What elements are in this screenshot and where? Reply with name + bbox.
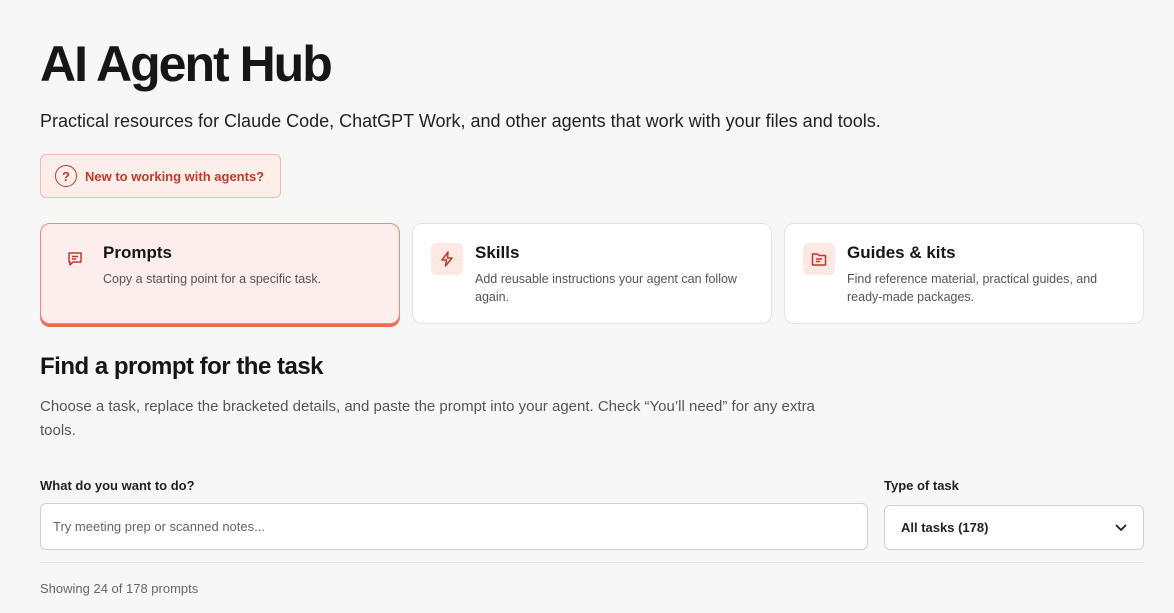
new-to-agents-button[interactable]: ? New to working with agents? (40, 154, 281, 198)
results-count: Showing 24 of 178 prompts (40, 581, 199, 596)
type-label: Type of task (884, 478, 959, 493)
card-guides-kits-title: Guides & kits (847, 243, 956, 262)
chevron-down-icon (1115, 519, 1127, 537)
divider (40, 562, 1144, 563)
card-skills-description: Add reusable instructions your agent can… (475, 272, 737, 304)
finder-heading: Find a prompt for the task (40, 353, 324, 380)
folder-document-icon (803, 243, 835, 275)
card-prompts-title: Prompts (103, 243, 172, 262)
lightning-icon (431, 243, 463, 275)
card-skills-title: Skills (475, 243, 520, 262)
page-subtitle: Practical resources for Claude Code, Cha… (40, 111, 881, 131)
new-to-agents-label: New to working with agents? (85, 168, 265, 184)
card-guides-kits[interactable]: Guides & kits Find reference material, p… (784, 223, 1144, 324)
card-prompts-description: Copy a starting point for a specific tas… (103, 272, 322, 286)
finder-description: Choose a task, replace the bracketed det… (40, 398, 815, 439)
card-prompts[interactable]: Prompts Copy a starting point for a spec… (40, 223, 400, 324)
search-label: What do you want to do? (40, 478, 195, 493)
page-title: AI Agent Hub (40, 36, 333, 92)
task-type-selected: All tasks (178) (901, 520, 989, 535)
card-skills[interactable]: Skills Add reusable instructions your ag… (412, 223, 772, 324)
task-type-select[interactable]: All tasks (178) (884, 505, 1144, 550)
question-circle-icon: ? (55, 165, 77, 187)
card-guides-kits-description: Find reference material, practical guide… (847, 272, 1098, 304)
chat-lines-icon (59, 243, 91, 275)
search-input[interactable] (40, 503, 868, 550)
